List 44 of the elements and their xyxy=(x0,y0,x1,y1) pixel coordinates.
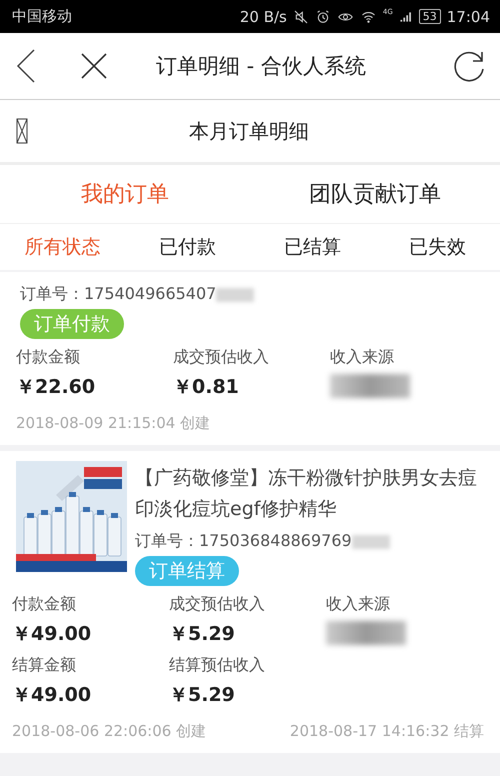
created-time: 2018-08-06 22:06:06 创建 xyxy=(12,722,206,741)
clock: 17:04 xyxy=(446,8,490,26)
status-badge: 订单结算 xyxy=(135,556,239,586)
order-number: 订单号：175036848869769 xyxy=(135,531,352,552)
status-filter[interactable]: 已失效 xyxy=(375,233,500,261)
field-label: 付款金额 xyxy=(12,594,77,615)
order-tab[interactable]: 团队贡献订单 xyxy=(250,178,500,210)
alarm-icon xyxy=(314,8,331,24)
field-label: 结算金额 xyxy=(12,655,77,676)
field-label: 收入来源 xyxy=(330,347,395,368)
status-filter[interactable]: 已结算 xyxy=(250,233,375,261)
back-icon[interactable] xyxy=(16,48,36,84)
missing-glyph-icon xyxy=(16,118,28,144)
amount-value: ￥5.29 xyxy=(169,683,236,708)
battery-level: 53 xyxy=(418,9,441,24)
order-card[interactable]: 【广药敬修堂】冻干粉微针护肤男女去痘印淡化痘坑egf修护精华 订单号：175036848869769 订单结算 付款金额 ￥49.00 成交预估收入 ￥5.29 收入来源 结算金额 ￥49.00 结算预估收入 ￥5.29 2018-08-06 22:06:06 创建 2018-08-17 14:16:32 结算 xyxy=(0,451,500,753)
redacted-value xyxy=(352,534,390,548)
amount-value: ￥49.00 xyxy=(12,683,92,708)
refresh-icon[interactable] xyxy=(452,49,486,83)
field-label: 收入来源 xyxy=(326,594,391,615)
status-badge: 订单付款 xyxy=(20,309,124,339)
network-speed: 20 B/s xyxy=(240,8,287,26)
field-label: 付款金额 xyxy=(16,347,81,368)
amount-value: ￥49.00 xyxy=(12,622,92,647)
order-card[interactable]: 订单号：1754049665407 订单付款 付款金额 ￥22.60 成交预估收入 ￥0.81 收入来源 2018-08-09 21:15:04 创建 xyxy=(0,272,500,445)
status-filter[interactable]: 已付款 xyxy=(125,233,250,261)
amount-value: ￥22.60 xyxy=(16,375,96,400)
order-tab[interactable]: 我的订单 xyxy=(0,178,250,210)
status-filter[interactable]: 所有状态 xyxy=(0,233,125,261)
carrier-name: 中国移动 xyxy=(12,7,72,26)
close-icon[interactable] xyxy=(80,52,108,80)
mute-icon xyxy=(292,8,309,24)
field-label: 成交预估收入 xyxy=(173,347,270,368)
redacted-value xyxy=(216,288,254,302)
order-number: 订单号：1754049665407 xyxy=(20,284,216,305)
page-title: 订单明细 - 合伙人系统 xyxy=(156,53,367,80)
amount-value: ￥5.29 xyxy=(169,622,236,647)
settled-time: 2018-08-17 14:16:32 结算 xyxy=(290,722,484,741)
created-time: 2018-08-09 21:15:04 创建 xyxy=(16,414,210,433)
field-label: 结算预估收入 xyxy=(169,655,266,676)
amount-value: ￥0.81 xyxy=(173,375,240,400)
product-title: 【广药敬修堂】冻干粉微针护肤男女去痘印淡化痘坑egf修护精华 xyxy=(135,466,478,522)
field-label: 成交预估收入 xyxy=(169,594,266,615)
section-title: 本月订单明细 xyxy=(188,118,310,144)
